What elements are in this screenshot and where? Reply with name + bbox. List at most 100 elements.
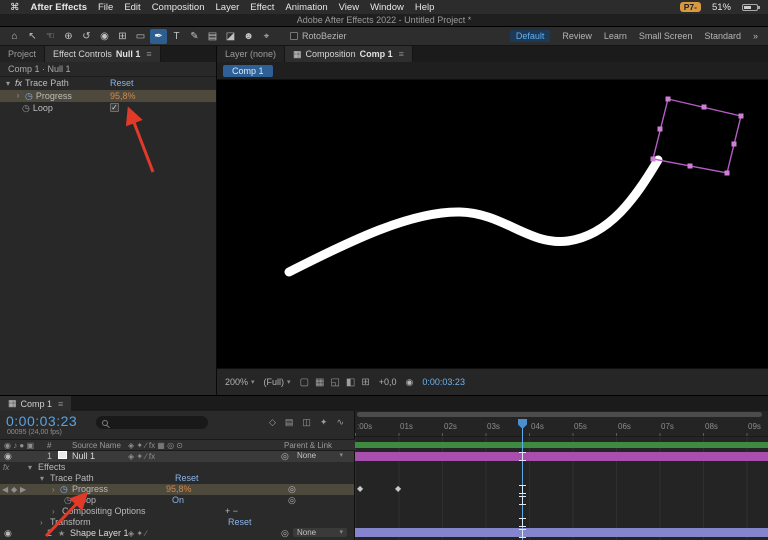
workspace-learn[interactable]: Learn — [604, 31, 627, 41]
graph-editor-icon[interactable]: ∿ — [336, 417, 344, 428]
progress-value[interactable]: 95,8% — [110, 90, 136, 102]
twirl-closed-icon[interactable]: › — [14, 90, 22, 102]
workspace-small-screen[interactable]: Small Screen — [639, 31, 693, 41]
brush-tool-icon[interactable]: ✎ — [186, 29, 203, 44]
timeline-row-loop[interactable]: ◷ Loop On ◎ — [0, 495, 355, 506]
keyframe-diamond[interactable]: ◆ — [357, 485, 363, 493]
hand-tool-icon[interactable]: ☜ — [42, 29, 59, 44]
timeline-row-effects[interactable]: fx ▾ Effects — [0, 462, 355, 473]
parent-dropdown[interactable]: None ▾ — [293, 451, 347, 460]
loop-stopwatch-icon[interactable]: ◷ — [64, 495, 72, 506]
timeline-row-progress[interactable]: ◀ ◆ ▶ › ◷ Progress 95,8% ◎ — [0, 484, 354, 495]
region-of-interest-icon[interactable]: ◱ — [330, 377, 339, 388]
tab-effect-controls[interactable]: Effect Controls Null 1 ≡ — [45, 46, 161, 62]
composition-canvas[interactable] — [217, 80, 768, 368]
type-tool-icon[interactable]: T — [168, 29, 185, 44]
loop-stopwatch-icon[interactable]: ◷ — [22, 102, 30, 114]
compositing-add-remove[interactable]: + − — [225, 506, 238, 517]
home-tool-icon[interactable]: ⌂ — [6, 29, 23, 44]
pick-whip-icon[interactable]: ◎ — [281, 451, 289, 462]
menu-help[interactable]: Help — [415, 2, 435, 13]
menu-window[interactable]: Window — [370, 2, 404, 13]
eye-icon[interactable]: ◉ — [4, 528, 12, 539]
timeline-row-trace-path[interactable]: ▾ Trace Path Reset — [0, 473, 355, 484]
transparency-grid-icon[interactable]: ◧ — [346, 377, 355, 388]
menu-after-effects[interactable]: After Effects — [31, 2, 88, 13]
menu-file[interactable]: File — [98, 2, 113, 13]
panel-menu-icon[interactable]: ≡ — [146, 49, 151, 59]
twirl-closed-icon[interactable]: › — [52, 484, 55, 495]
time-navigator-bar[interactable] — [357, 412, 762, 417]
timeline-row-transform[interactable]: › Transform Reset — [0, 517, 355, 528]
menu-effect[interactable]: Effect — [250, 2, 274, 13]
include-in-graph-icon[interactable]: ◎ — [288, 495, 296, 506]
mask-visibility-icon[interactable]: ▦ — [315, 377, 324, 388]
layer-switches[interactable]: ◈ ✦ ∕ — [128, 528, 147, 539]
camera-tool-icon[interactable]: ◉ — [96, 29, 113, 44]
timeline-row-shape-layer[interactable]: ◉ 2 ★ Shape Layer 1 ◈ ✦ ∕ ◎ None ▾ — [0, 528, 355, 539]
twirl-closed-icon[interactable]: › — [40, 517, 43, 528]
loop-checkbox[interactable]: ✓ — [110, 103, 119, 112]
menu-animation[interactable]: Animation — [285, 2, 327, 13]
loop-value[interactable]: On — [172, 495, 184, 506]
layer-name[interactable]: Null 1 — [72, 451, 95, 462]
keyframe-diamond[interactable]: ◆ — [395, 485, 401, 493]
puppet-tool-icon[interactable]: ⌖ — [258, 29, 275, 44]
pick-whip-icon[interactable]: ◎ — [281, 528, 289, 539]
timeline-tab-comp1[interactable]: ▦ Comp 1 ≡ — [0, 396, 72, 411]
tab-composition[interactable]: ▦ Composition Comp 1 ≡ — [285, 46, 413, 62]
loop-property-row[interactable]: ◷ Loop ✓ — [0, 102, 216, 114]
roto-brush-tool-icon[interactable]: ☻ — [240, 29, 257, 44]
progress-stopwatch-icon[interactable]: ◷ — [60, 484, 68, 495]
timeline-row-compositing-options[interactable]: › Compositing Options + − — [0, 506, 355, 517]
twirl-open-icon[interactable]: ▾ — [4, 77, 12, 90]
fx-badge-icon[interactable]: fx — [3, 462, 9, 473]
eraser-tool-icon[interactable]: ◪ — [222, 29, 239, 44]
status-badge[interactable]: P7- — [679, 2, 701, 12]
reset-button[interactable]: Reset — [228, 517, 252, 528]
viewer-timecode[interactable]: 0:00:03:23 — [422, 377, 465, 387]
rotation-tool-icon[interactable]: ↺ — [78, 29, 95, 44]
layer-switches[interactable]: ◈ ✦ ∕ fx — [128, 451, 155, 462]
pan-behind-tool-icon[interactable]: ⊞ — [114, 29, 131, 44]
selection-tool-icon[interactable]: ↖ — [24, 29, 41, 44]
include-in-graph-icon[interactable]: ◎ — [288, 484, 296, 495]
keyframe-prev-icon[interactable]: ◀ — [2, 484, 8, 495]
time-ruler[interactable]: :00s 01s 02s 03s 04s 05s 06s 07s 08s 09s — [355, 419, 768, 437]
rotobezier-checkbox[interactable] — [290, 32, 298, 40]
current-timecode[interactable]: 0:00:03:23 — [6, 413, 77, 429]
pixel-aspect-icon[interactable]: ⊞ — [361, 377, 369, 388]
shape-tool-icon[interactable]: ▭ — [132, 29, 149, 44]
motion-blur-icon[interactable]: ◫ — [302, 417, 311, 428]
resolution-dropdown[interactable]: (Full) ▾ — [264, 377, 291, 387]
layer-name[interactable]: Shape Layer 1 — [70, 528, 129, 539]
fx-badge-icon[interactable]: fx — [15, 77, 22, 90]
effect-header-row[interactable]: ▾ fx Trace Path Reset — [0, 77, 216, 90]
zoom-tool-icon[interactable]: ⊕ — [60, 29, 77, 44]
magnification-dropdown[interactable]: 200% ▾ — [225, 377, 255, 387]
frame-blend-icon[interactable]: ▤ — [285, 417, 294, 428]
menu-composition[interactable]: Composition — [152, 2, 205, 13]
keyframe-next-icon[interactable]: ▶ — [20, 484, 26, 495]
workspace-review[interactable]: Review — [562, 31, 592, 41]
draft-3d-icon[interactable]: ✦ — [320, 417, 328, 428]
twirl-closed-icon[interactable]: › — [52, 506, 55, 517]
menu-edit[interactable]: Edit — [124, 2, 140, 13]
twirl-open-icon[interactable]: ▾ — [28, 462, 32, 473]
progress-property-row[interactable]: › ◷ Progress 95,8% — [0, 90, 216, 102]
comp-chip[interactable]: Comp 1 — [223, 64, 273, 77]
layer-bar-null1[interactable] — [355, 452, 768, 461]
tab-layer-viewer[interactable]: Layer (none) — [217, 46, 286, 62]
timeline-row-null1[interactable]: ◉ 1 Null 1 ◈ ✦ ∕ fx ◎ None ▾ — [0, 451, 354, 462]
eye-icon[interactable]: ◉ — [4, 451, 12, 462]
progress-stopwatch-icon[interactable]: ◷ — [25, 90, 33, 102]
parent-dropdown[interactable]: None ▾ — [293, 528, 347, 537]
menu-view[interactable]: View — [339, 2, 359, 13]
snapshot-camera-icon[interactable]: ◉ — [406, 377, 414, 388]
pen-tool-icon[interactable]: ✒ — [150, 28, 167, 44]
tab-project[interactable]: Project — [0, 46, 46, 62]
grid-options-icon[interactable]: ▢ — [300, 377, 309, 388]
menu-layer[interactable]: Layer — [216, 2, 240, 13]
workspace-overflow-icon[interactable]: » — [753, 31, 758, 41]
timeline-search-input[interactable] — [96, 416, 208, 429]
